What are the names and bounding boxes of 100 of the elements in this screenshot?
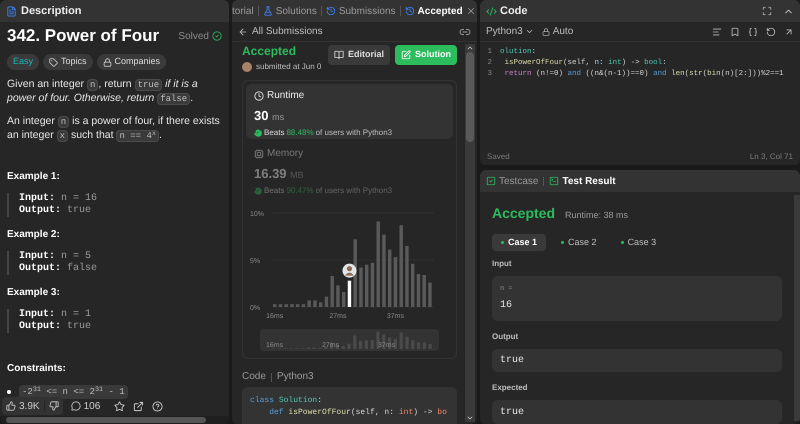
input-label: Input	[492, 258, 513, 270]
close-icon[interactable]	[466, 6, 476, 16]
tag-chip[interactable]: Companies	[96, 54, 166, 70]
histogram-bar	[302, 304, 306, 307]
expand-icon[interactable]	[762, 6, 772, 16]
histogram-bar	[428, 282, 432, 307]
history-icon	[404, 6, 415, 16]
histogram-bar	[411, 264, 414, 307]
stat-label: Memory	[254, 148, 445, 160]
hand-icon	[254, 187, 262, 195]
history-icon	[326, 6, 336, 16]
book-icon	[334, 50, 344, 60]
example-title: Example 3:	[7, 287, 61, 299]
back-arrow-icon	[238, 26, 248, 36]
histogram-bar	[330, 276, 334, 307]
panel-tab[interactable]: Code	[500, 2, 528, 20]
clock-icon	[254, 91, 264, 101]
scrollbar[interactable]	[465, 44, 475, 422]
language-select[interactable]: Python3	[486, 24, 534, 39]
help-icon[interactable]	[152, 400, 164, 412]
verdict-label: Accepted	[492, 204, 556, 223]
case-tab[interactable]: Case 3	[612, 234, 666, 251]
panel-tab[interactable]: Description	[21, 2, 82, 20]
histogram-bar	[359, 268, 363, 307]
scroll-down-icon[interactable]	[466, 414, 474, 422]
example-line: Input: n = 1	[19, 309, 92, 321]
comments-button[interactable]: 106	[70, 398, 100, 414]
format-icon[interactable]	[712, 26, 722, 36]
problem-paragraph: Given an integer n , return true if it is a power of four. Otherwise, return false .	[7, 78, 199, 106]
mode-label[interactable]: Auto	[542, 24, 574, 39]
tag-chip[interactable]: Topics	[43, 54, 93, 70]
lock-icon	[542, 28, 550, 36]
code-label: Code	[242, 371, 266, 383]
share-icon[interactable]	[133, 400, 144, 412]
panel-tab[interactable]: Submissions	[326, 4, 396, 18]
reset-icon[interactable]	[766, 26, 776, 36]
histogram-bar	[394, 257, 398, 307]
thumbs-up-icon	[6, 401, 16, 411]
histogram-bar	[416, 274, 420, 307]
expected-label: Expected	[492, 382, 529, 394]
bullet-icon	[7, 390, 11, 394]
output-box: true	[492, 348, 782, 372]
panel-tab[interactable]: Testcase	[486, 174, 538, 188]
histogram-bar	[348, 280, 352, 307]
panel-tab[interactable]: Test Result	[549, 174, 616, 188]
panel-tab[interactable]: torial	[232, 4, 254, 18]
histogram-bar	[273, 304, 276, 307]
example-title: Example 1:	[7, 171, 61, 183]
histogram-bar	[290, 304, 294, 307]
checkbox-icon	[486, 176, 496, 186]
case-tab[interactable]: Case 2	[552, 234, 606, 251]
scroll-up-icon[interactable]	[466, 44, 474, 52]
panel-tab[interactable]: Accepted	[404, 4, 463, 18]
terminal-icon	[549, 176, 560, 186]
example-title: Example 2:	[7, 229, 61, 241]
histogram-bar	[422, 275, 426, 307]
example-line: Output: false	[19, 263, 98, 275]
bookmark-icon[interactable]	[730, 26, 740, 36]
tag-icon	[49, 58, 58, 66]
check-icon	[212, 31, 222, 41]
problem-title: 342. Power of Four	[7, 26, 160, 46]
stat-box[interactable]: Runtime 30 ms Beats 88.48% of users with Python3	[246, 84, 453, 139]
thumbs-down-icon[interactable]	[48, 401, 59, 411]
scrollbar[interactable]	[0, 416, 229, 424]
status-label: Accepted	[242, 44, 298, 58]
panel-tab[interactable]: Solutions	[262, 4, 317, 18]
solved-label: Solved	[178, 30, 209, 44]
runtime-label: Runtime: 38 ms	[565, 208, 628, 222]
beats-text: Beats 88.48% of users with Python3	[254, 128, 445, 138]
tag-chip[interactable]: Easy	[7, 54, 40, 70]
stat-value: 30 ms	[254, 109, 286, 124]
code-block: class Solution: def isPowerOfFour(self, n: int) -> bo	[242, 387, 457, 424]
expected-box: true	[492, 400, 782, 424]
histogram-bar	[296, 304, 300, 307]
problem-paragraph: An integer n is a power of four, if there exists an integer x such that n == 4$^{x}$ .	[7, 115, 221, 143]
scrollbar[interactable]	[794, 195, 800, 421]
language-label: Python3	[276, 371, 314, 383]
code-icon	[486, 6, 497, 16]
histogram-bar	[319, 302, 322, 307]
comment-icon	[70, 401, 81, 411]
avatar-icon	[242, 62, 252, 72]
output-label: Output	[492, 330, 520, 342]
star-icon[interactable]	[114, 400, 126, 412]
braces-icon[interactable]	[748, 26, 758, 36]
scrollbar-thumb[interactable]	[466, 52, 474, 142]
flask-icon	[262, 6, 273, 16]
pen-icon	[401, 50, 411, 60]
case-tab[interactable]: Case 1	[492, 234, 546, 251]
back-link[interactable]: All Submissions	[238, 24, 323, 39]
editorial-button[interactable]: Editorial	[328, 45, 390, 65]
histogram-bar	[388, 250, 392, 307]
example-line: Input: n = 5	[19, 251, 92, 262]
histogram-bar	[278, 304, 282, 307]
histogram-bar	[354, 239, 357, 307]
constraints-title: Constraints:	[7, 363, 67, 375]
histogram-bar	[405, 246, 409, 307]
example-line: Output: true	[19, 321, 92, 333]
stat-label: Runtime	[254, 90, 445, 102]
save-status: Saved	[487, 150, 510, 162]
arrow-icon[interactable]	[784, 26, 794, 36]
